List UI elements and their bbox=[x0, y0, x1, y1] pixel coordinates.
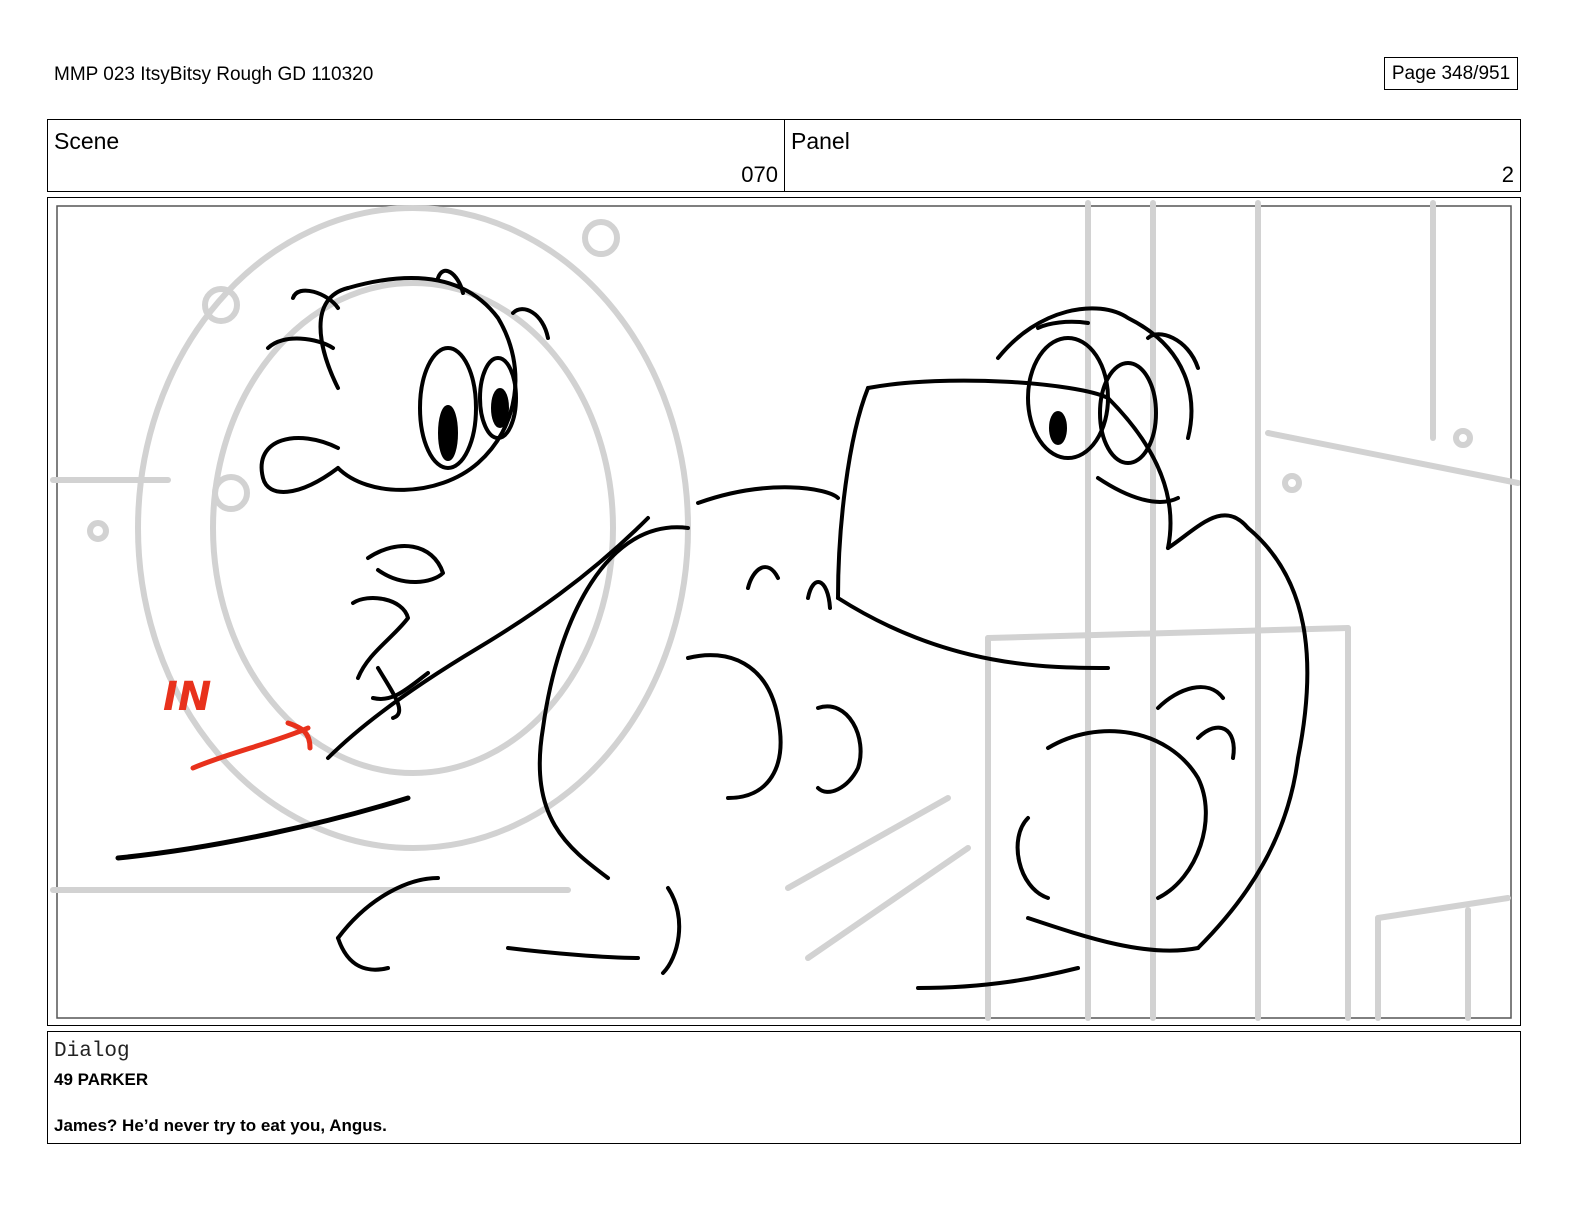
in-annotation: IN bbox=[163, 674, 313, 771]
dialog-label: Dialog bbox=[54, 1040, 130, 1063]
panel-label: Panel bbox=[791, 128, 850, 154]
inner-frame-border bbox=[56, 205, 1512, 1019]
storyboard-sketch: IN bbox=[50, 200, 1520, 1021]
storyboard-frame: IN bbox=[47, 197, 1521, 1026]
panel-cell: Panel 2 bbox=[785, 120, 1520, 191]
scene-cell: Scene 070 bbox=[48, 120, 785, 191]
in-annotation-label: IN bbox=[163, 674, 211, 720]
dialog-box: Dialog 49 PARKER James? He’d never try t… bbox=[47, 1031, 1521, 1144]
character-sketch bbox=[115, 268, 1310, 990]
document-title: MMP 023 ItsyBitsy Rough GD 110320 bbox=[54, 64, 374, 85]
dialog-speaker: 49 PARKER bbox=[54, 1070, 149, 1089]
panel-number: 2 bbox=[1501, 162, 1514, 187]
dialog-line: James? He’d never try to eat you, Angus. bbox=[54, 1116, 387, 1135]
scene-panel-header: Scene 070 Panel 2 bbox=[47, 119, 1521, 192]
page-number: Page 348/951 bbox=[1384, 57, 1518, 90]
scene-number: 070 bbox=[741, 162, 778, 187]
scene-label: Scene bbox=[54, 128, 120, 154]
